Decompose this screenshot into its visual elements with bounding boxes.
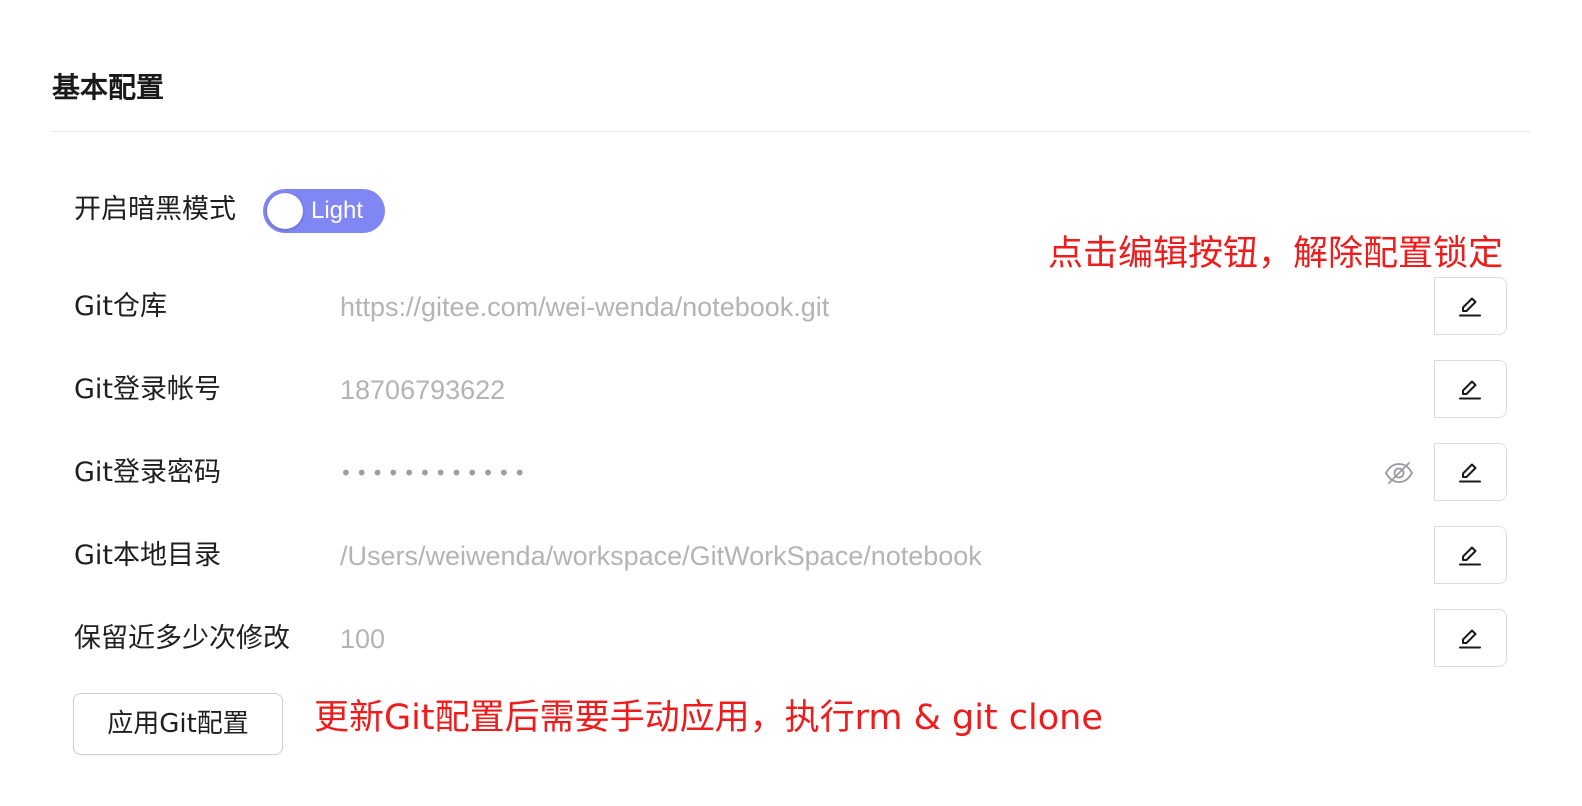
pencil-icon [1459,629,1481,649]
toggle-text: Light [311,197,364,224]
git-account-edit-button[interactable] [1434,360,1507,418]
git-password-label: Git登录密码 [74,457,222,488]
pencil-icon [1459,380,1481,400]
git-repo-label: Git仓库 [74,291,168,322]
section-divider [52,131,1530,132]
field-row-keep-modifications: 保留近多少次修改 [0,609,1582,669]
eye-off-icon[interactable] [1384,459,1414,487]
git-account-label: Git登录帐号 [74,374,222,405]
git-password-edit-button[interactable] [1434,443,1507,501]
keep-modifications-input[interactable] [340,617,1380,661]
git-local-dir-input[interactable] [340,534,1380,578]
git-password-input[interactable]: •••••••••••• [340,451,530,495]
section-title: 基本配置 [52,71,165,104]
dark-mode-label: 开启暗黑模式 [74,194,236,225]
field-row-git-repo: Git仓库 [0,277,1582,337]
git-repo-edit-button[interactable] [1434,277,1507,335]
dark-mode-toggle[interactable]: Light [263,189,385,233]
field-row-git-local-dir: Git本地目录 [0,526,1582,586]
edit-hint-annotation: 点击编辑按钮，解除配置锁定 [1048,234,1504,274]
apply-git-config-button[interactable]: 应用Git配置 [73,693,283,755]
pencil-icon [1459,463,1481,483]
keep-modifications-edit-button[interactable] [1434,609,1507,667]
git-repo-input[interactable] [340,285,1380,329]
field-row-git-password: Git登录密码 •••••••••••• [0,443,1582,503]
apply-hint-annotation: 更新Git配置后需要手动应用，执行rm & git clone [314,698,1103,738]
git-account-input[interactable] [340,368,1380,412]
keep-modifications-label: 保留近多少次修改 [74,623,290,654]
git-local-dir-label: Git本地目录 [74,540,222,571]
git-local-dir-edit-button[interactable] [1434,526,1507,584]
toggle-knob [267,193,303,229]
field-row-git-account: Git登录帐号 [0,360,1582,420]
pencil-icon [1459,546,1481,566]
pencil-icon [1459,297,1481,317]
